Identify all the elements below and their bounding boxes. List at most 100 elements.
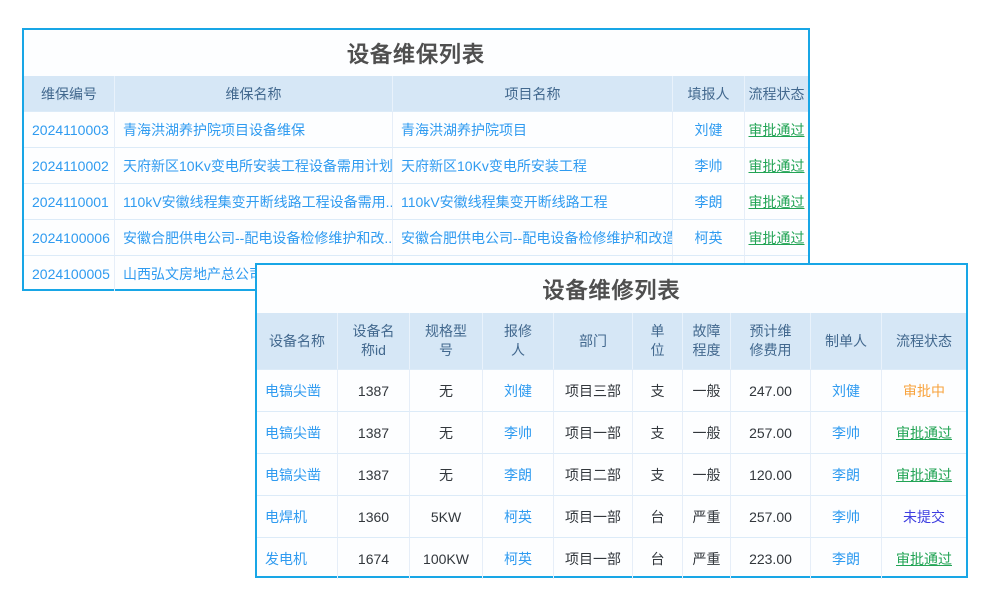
unit-value: 支 bbox=[633, 453, 683, 495]
project-name-link[interactable]: 青海洪湖养护院项目 bbox=[393, 111, 673, 147]
header-creator: 制单人 bbox=[811, 313, 882, 369]
cost-value: 120.00 bbox=[731, 453, 811, 495]
maintenance-name-link[interactable]: 青海洪湖养护院项目设备维保 bbox=[115, 111, 393, 147]
project-name-link[interactable]: 天府新区10Kv变电所安装工程 bbox=[393, 147, 673, 183]
repair-table: 设备维修列表 设备名称 设备名称id 规格型号 报修人 部门 单位 故障程度 预… bbox=[255, 263, 968, 578]
creator-link[interactable]: 李朗 bbox=[811, 537, 882, 579]
spec-value: 无 bbox=[410, 369, 483, 411]
header-device-name-label: 设备名称 bbox=[269, 332, 325, 351]
table-row: 2024100006 安徽合肥供电公司--配电设备检修维护和改... 安徽合肥供… bbox=[24, 219, 808, 255]
device-name-link[interactable]: 电镐尖凿 bbox=[257, 453, 338, 495]
maintenance-table-header: 维保编号 维保名称 项目名称 填报人 流程状态 bbox=[24, 76, 808, 111]
header-repair-flow-status: 流程状态 bbox=[882, 313, 966, 369]
header-unit-label: 单位 bbox=[650, 322, 666, 360]
table-row: 电镐尖凿 1387 无 李帅 项目一部 支 一般 257.00 李帅 审批通过 bbox=[257, 411, 966, 453]
unit-value: 支 bbox=[633, 411, 683, 453]
header-reporter: 填报人 bbox=[673, 76, 745, 111]
repair-reporter-link[interactable]: 柯英 bbox=[483, 537, 554, 579]
header-estimated-cost: 预计维修费用 bbox=[731, 313, 811, 369]
project-name-link[interactable]: 110kV安徽线程集变开断线路工程 bbox=[393, 183, 673, 219]
department-value: 项目二部 bbox=[554, 453, 633, 495]
header-repair-flow-status-label: 流程状态 bbox=[896, 332, 952, 351]
header-maintenance-name: 维保名称 bbox=[115, 76, 393, 111]
table-row: 电镐尖凿 1387 无 刘健 项目三部 支 一般 247.00 刘健 审批中 bbox=[257, 369, 966, 411]
maintenance-code-link[interactable]: 2024100006 bbox=[24, 219, 115, 255]
status-link[interactable]: 审批通过 bbox=[745, 183, 808, 219]
header-maintenance-code: 维保编号 bbox=[24, 76, 115, 111]
table-row: 2024110001 110kV安徽线程集变开断线路工程设备需用... 110k… bbox=[24, 183, 808, 219]
header-repair-reporter-label: 报修人 bbox=[502, 322, 534, 360]
creator-link[interactable]: 李帅 bbox=[811, 495, 882, 537]
table-row: 2024110002 天府新区10Kv变电所安装工程设备需用计划 天府新区10K… bbox=[24, 147, 808, 183]
device-name-link[interactable]: 电镐尖凿 bbox=[257, 411, 338, 453]
header-device-id-label: 设备名称id bbox=[351, 322, 397, 360]
department-value: 项目一部 bbox=[554, 537, 633, 579]
status-link[interactable]: 审批通过 bbox=[745, 111, 808, 147]
creator-link[interactable]: 李帅 bbox=[811, 411, 882, 453]
status-badge: 未提交 bbox=[882, 495, 966, 537]
status-link[interactable]: 审批通过 bbox=[745, 219, 808, 255]
header-device-id: 设备名称id bbox=[338, 313, 410, 369]
maintenance-code-link[interactable]: 2024100005 bbox=[24, 255, 115, 291]
status-link[interactable]: 审批通过 bbox=[882, 453, 966, 495]
reporter-name: 刘健 bbox=[673, 111, 745, 147]
creator-link[interactable]: 李朗 bbox=[811, 453, 882, 495]
header-device-name: 设备名称 bbox=[257, 313, 338, 369]
repair-reporter-link[interactable]: 李帅 bbox=[483, 411, 554, 453]
project-name-link[interactable]: 安徽合肥供电公司--配电设备检修维护和改造 bbox=[393, 219, 673, 255]
header-creator-label: 制单人 bbox=[825, 332, 867, 351]
department-value: 项目一部 bbox=[554, 411, 633, 453]
spec-value: 5KW bbox=[410, 495, 483, 537]
maintenance-code-link[interactable]: 2024110001 bbox=[24, 183, 115, 219]
cost-value: 247.00 bbox=[731, 369, 811, 411]
maintenance-table-title: 设备维保列表 bbox=[24, 30, 808, 76]
header-spec-model: 规格型号 bbox=[410, 313, 483, 369]
table-row: 2024110003 青海洪湖养护院项目设备维保 青海洪湖养护院项目 刘健 审批… bbox=[24, 111, 808, 147]
device-id-value: 1674 bbox=[338, 537, 410, 579]
unit-value: 支 bbox=[633, 369, 683, 411]
cost-value: 257.00 bbox=[731, 495, 811, 537]
maintenance-name-link[interactable]: 天府新区10Kv变电所安装工程设备需用计划 bbox=[115, 147, 393, 183]
creator-link[interactable]: 刘健 bbox=[811, 369, 882, 411]
header-department: 部门 bbox=[554, 313, 633, 369]
maintenance-name-link[interactable]: 110kV安徽线程集变开断线路工程设备需用... bbox=[115, 183, 393, 219]
status-link[interactable]: 审批通过 bbox=[882, 537, 966, 579]
header-unit: 单位 bbox=[633, 313, 683, 369]
department-value: 项目三部 bbox=[554, 369, 633, 411]
repair-reporter-link[interactable]: 李朗 bbox=[483, 453, 554, 495]
maintenance-code-link[interactable]: 2024110003 bbox=[24, 111, 115, 147]
device-id-value: 1387 bbox=[338, 369, 410, 411]
repair-reporter-link[interactable]: 柯英 bbox=[483, 495, 554, 537]
spec-value: 无 bbox=[410, 453, 483, 495]
device-name-link[interactable]: 电焊机 bbox=[257, 495, 338, 537]
header-project-name: 项目名称 bbox=[393, 76, 673, 111]
severity-value: 一般 bbox=[683, 453, 731, 495]
reporter-name: 李朗 bbox=[673, 183, 745, 219]
repair-table-title: 设备维修列表 bbox=[257, 265, 966, 313]
repair-table-header: 设备名称 设备名称id 规格型号 报修人 部门 单位 故障程度 预计维修费用 制… bbox=[257, 313, 966, 369]
unit-value: 台 bbox=[633, 495, 683, 537]
severity-value: 一般 bbox=[683, 369, 731, 411]
severity-value: 严重 bbox=[683, 537, 731, 579]
maintenance-name-link[interactable]: 安徽合肥供电公司--配电设备检修维护和改... bbox=[115, 219, 393, 255]
status-badge: 审批中 bbox=[882, 369, 966, 411]
status-link[interactable]: 审批通过 bbox=[745, 147, 808, 183]
department-value: 项目一部 bbox=[554, 495, 633, 537]
cost-value: 257.00 bbox=[731, 411, 811, 453]
device-name-link[interactable]: 电镐尖凿 bbox=[257, 369, 338, 411]
spec-value: 无 bbox=[410, 411, 483, 453]
header-estimated-cost-label: 预计维修费用 bbox=[748, 322, 794, 360]
device-name-link[interactable]: 发电机 bbox=[257, 537, 338, 579]
maintenance-code-link[interactable]: 2024110002 bbox=[24, 147, 115, 183]
table-row: 电镐尖凿 1387 无 李朗 项目二部 支 一般 120.00 李朗 审批通过 bbox=[257, 453, 966, 495]
repair-reporter-link[interactable]: 刘健 bbox=[483, 369, 554, 411]
device-id-value: 1360 bbox=[338, 495, 410, 537]
cost-value: 223.00 bbox=[731, 537, 811, 579]
header-department-label: 部门 bbox=[579, 332, 607, 351]
severity-value: 严重 bbox=[683, 495, 731, 537]
table-row: 发电机 1674 100KW 柯英 项目一部 台 严重 223.00 李朗 审批… bbox=[257, 537, 966, 579]
header-flow-status: 流程状态 bbox=[745, 76, 808, 111]
status-link[interactable]: 审批通过 bbox=[882, 411, 966, 453]
header-severity: 故障程度 bbox=[683, 313, 731, 369]
table-row: 电焊机 1360 5KW 柯英 项目一部 台 严重 257.00 李帅 未提交 bbox=[257, 495, 966, 537]
